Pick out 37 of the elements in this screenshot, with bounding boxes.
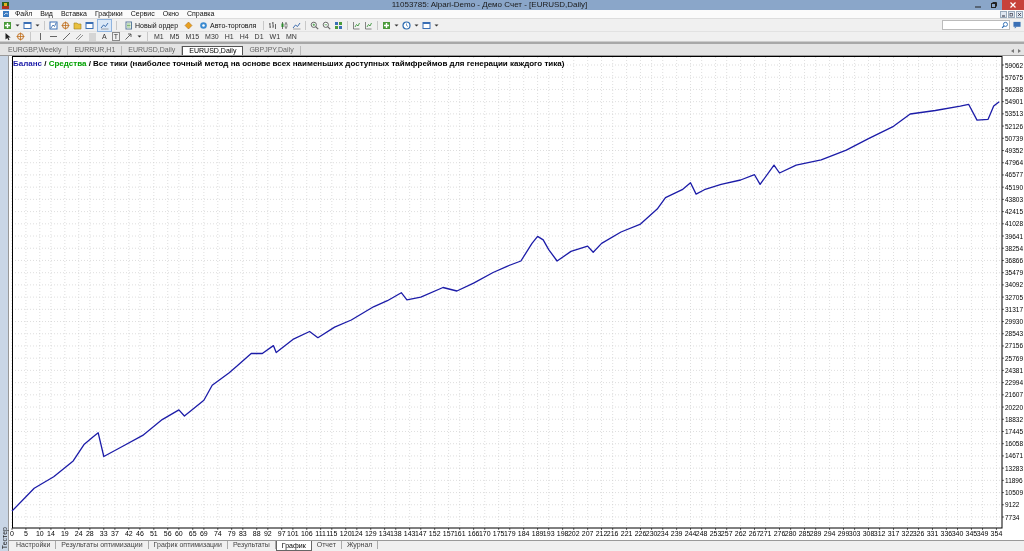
close-button[interactable] (1002, 0, 1024, 10)
chart-legend: Баланс / Средства / Все тики (наиболее точный метод на основе всех наименьших доступных таймфреймов для генерации каждого тика) (13, 59, 565, 68)
chart-window-icon[interactable] (3, 11, 9, 17)
search-icon[interactable] (1001, 21, 1009, 29)
restore-icon[interactable] (1008, 10, 1015, 18)
grid-icon[interactable] (334, 20, 344, 30)
close-icon[interactable] (1016, 10, 1023, 18)
window-title: 11053785: Alpari-Demo - Демо Счет - [EURUSD,Daily] (390, 0, 589, 10)
scroll-icon[interactable] (364, 20, 374, 30)
cursor-icon[interactable] (3, 32, 12, 41)
crosshair-icon[interactable] (16, 32, 25, 41)
plus-icon[interactable] (382, 20, 392, 30)
scroll-left-icon[interactable] (1011, 49, 1015, 53)
candlestick-icon[interactable] (280, 20, 290, 30)
gear-icon[interactable] (199, 20, 209, 30)
window-icon[interactable] (23, 20, 32, 30)
channel-icon[interactable] (75, 32, 84, 41)
zoom-out-icon[interactable] (322, 20, 332, 30)
chart-icon[interactable] (49, 20, 58, 30)
clock-icon[interactable] (402, 20, 412, 30)
trendline-icon[interactable] (62, 32, 71, 41)
minimize-icon[interactable] (1000, 10, 1007, 18)
scroll-icon[interactable] (352, 20, 362, 30)
zoom-in-icon[interactable] (310, 20, 320, 30)
line-chart-icon[interactable] (292, 20, 302, 30)
window-icon[interactable] (85, 20, 94, 30)
restore-icon[interactable] (991, 2, 997, 8)
bar-chart-icon[interactable] (268, 20, 278, 30)
chat-icon[interactable] (1013, 21, 1021, 29)
arrow-icon[interactable] (123, 32, 133, 41)
window-icon[interactable] (422, 20, 432, 30)
document-icon[interactable] (124, 20, 133, 30)
crosshair-icon[interactable] (61, 20, 70, 30)
scroll-right-icon[interactable] (1017, 49, 1021, 53)
folder-icon[interactable] (73, 20, 82, 30)
search-field[interactable] (942, 20, 1010, 30)
app-logo-icon (2, 1, 9, 9)
